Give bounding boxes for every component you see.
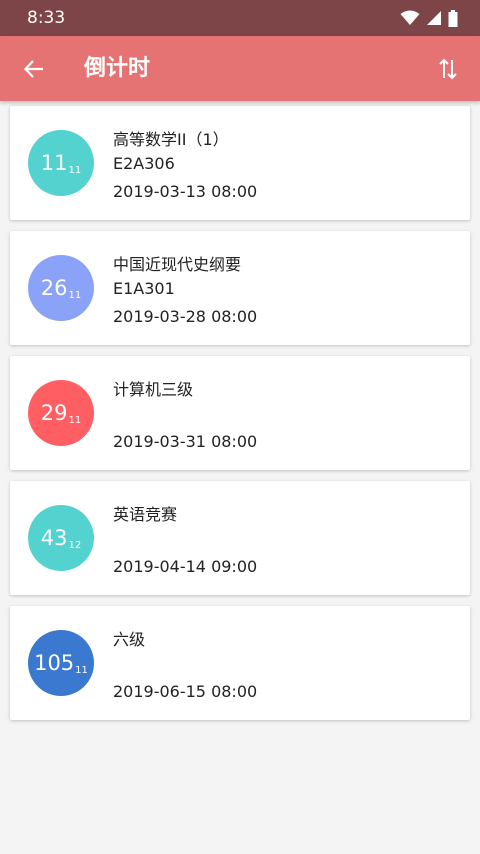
- exam-card[interactable]: 43 12 英语竞赛 2019-04-14 09:00: [10, 481, 470, 595]
- days-count: 11: [40, 151, 68, 175]
- exam-room: E2A306: [113, 154, 175, 173]
- arrow-left-icon: [23, 60, 43, 78]
- exam-card[interactable]: 11 11 高等数学II（1） E2A306 2019-03-13 08:00: [10, 106, 470, 220]
- hours-count: 12: [68, 539, 82, 551]
- exam-name: 六级: [113, 630, 146, 649]
- sort-arrows-icon: [439, 58, 457, 80]
- exam-name: 中国近现代史纲要: [113, 255, 242, 274]
- exam-datetime: 2019-06-15 08:00: [113, 682, 258, 701]
- exam-datetime: 2019-03-31 08:00: [113, 432, 258, 451]
- back-button[interactable]: [18, 53, 50, 85]
- days-count: 26: [40, 276, 68, 300]
- app-bar: 倒计时: [0, 36, 480, 101]
- exam-name: 高等数学II（1）: [113, 130, 229, 149]
- days-circle: 11 11: [28, 130, 94, 196]
- days-count: 43: [40, 526, 68, 550]
- signal-icon: [427, 11, 441, 25]
- page-title: 倒计时: [84, 56, 151, 81]
- wifi-icon: [400, 10, 420, 25]
- exam-datetime: 2019-04-14 09:00: [113, 557, 258, 576]
- days-count: 105: [34, 651, 75, 675]
- days-circle: 43 12: [28, 505, 94, 571]
- hours-count: 11: [68, 414, 82, 426]
- status-icons: [400, 9, 458, 27]
- exam-card[interactable]: 26 11 中国近现代史纲要 E1A301 2019-03-28 08:00: [10, 231, 470, 345]
- status-bar: 8:33: [0, 0, 480, 36]
- battery-icon: [448, 9, 458, 27]
- hours-count: 11: [68, 164, 82, 176]
- hours-count: 11: [75, 664, 88, 676]
- exam-datetime: 2019-03-13 08:00: [113, 182, 258, 201]
- exam-name: 计算机三级: [113, 380, 194, 399]
- exam-card[interactable]: 105 11 六级 2019-06-15 08:00: [10, 606, 470, 720]
- days-circle: 105 11: [28, 630, 94, 696]
- hours-count: 11: [68, 289, 82, 301]
- exam-datetime: 2019-03-28 08:00: [113, 307, 258, 326]
- days-circle: 26 11: [28, 255, 94, 321]
- status-time: 8:33: [27, 8, 66, 28]
- exam-room: E1A301: [113, 279, 175, 298]
- exam-name: 英语竞赛: [113, 505, 178, 524]
- sort-button[interactable]: [432, 53, 464, 85]
- exam-card[interactable]: 29 11 计算机三级 2019-03-31 08:00: [10, 356, 470, 470]
- days-count: 29: [40, 401, 68, 425]
- days-circle: 29 11: [28, 380, 94, 446]
